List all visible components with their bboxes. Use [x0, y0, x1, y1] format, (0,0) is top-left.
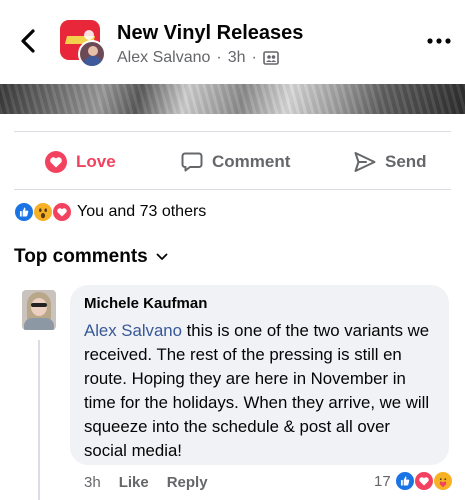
send-button[interactable]: Send: [353, 150, 427, 174]
commenter-avatar[interactable]: [22, 290, 56, 330]
comment-footer: 3h Like Reply: [84, 474, 208, 491]
meta-separator: ·: [216, 49, 222, 66]
wow-reaction-icon: [33, 202, 53, 222]
author-avatar: [78, 40, 106, 68]
love-label: Love: [76, 152, 116, 171]
comment-bubble[interactable]: Michele Kaufman Alex Salvano this is one…: [70, 285, 449, 465]
like-reaction-icon: [14, 202, 34, 222]
comment-reaction-count: 17: [374, 472, 391, 490]
reactions-summary-text: You and 73 others: [77, 203, 207, 220]
reaction-icons: [14, 201, 76, 223]
send-icon: [354, 152, 376, 172]
group-avatar[interactable]: [60, 20, 106, 68]
comment-reaction-icons: [394, 470, 455, 492]
top-comments-filter[interactable]: Top comments: [14, 246, 168, 268]
comment-button[interactable]: Comment: [180, 150, 290, 174]
top-comments-label: Top comments: [14, 246, 148, 267]
chevron-down-icon: [156, 253, 168, 260]
thread-line: [38, 340, 40, 500]
reactions-summary[interactable]: You and 73 others: [14, 200, 206, 224]
action-divider-top: [14, 131, 451, 132]
comment-reactions[interactable]: 17: [374, 470, 455, 492]
comment-body: this is one of the two variants we recei…: [84, 321, 430, 460]
action-divider-bottom: [14, 189, 451, 190]
comment-icon: [181, 152, 203, 172]
back-chevron-icon[interactable]: [16, 28, 42, 54]
comment-time[interactable]: 3h: [84, 474, 101, 491]
comment-like-button[interactable]: Like: [119, 474, 149, 491]
group-name[interactable]: New Vinyl Releases: [117, 22, 303, 45]
post-meta: Alex Salvano · 3h ·: [117, 49, 279, 67]
post-header: New Vinyl Releases Alex Salvano · 3h ·: [0, 0, 465, 84]
action-bar: Love Comment Send: [0, 140, 465, 186]
post-time[interactable]: 3h: [228, 49, 246, 67]
post-author[interactable]: Alex Salvano: [117, 49, 210, 67]
group-members-icon: [263, 51, 279, 65]
comment-reply-button[interactable]: Reply: [167, 474, 208, 491]
send-label: Send: [385, 152, 427, 171]
comment-text: Alex Salvano this is one of the two vari…: [84, 319, 435, 463]
love-reaction-icon: [52, 202, 72, 222]
love-button[interactable]: Love: [44, 150, 116, 174]
post-photo[interactable]: [0, 84, 465, 114]
more-options-icon[interactable]: [426, 30, 452, 52]
comment-label: Comment: [212, 152, 291, 171]
love-icon: [45, 151, 67, 173]
like-reaction-icon: [394, 471, 415, 491]
love-reaction-icon: [413, 471, 434, 491]
care-reaction-icon: [432, 471, 453, 491]
comment-author[interactable]: Michele Kaufman: [84, 295, 435, 312]
comment-mention[interactable]: Alex Salvano: [84, 321, 182, 340]
meta-separator: ·: [251, 49, 257, 66]
